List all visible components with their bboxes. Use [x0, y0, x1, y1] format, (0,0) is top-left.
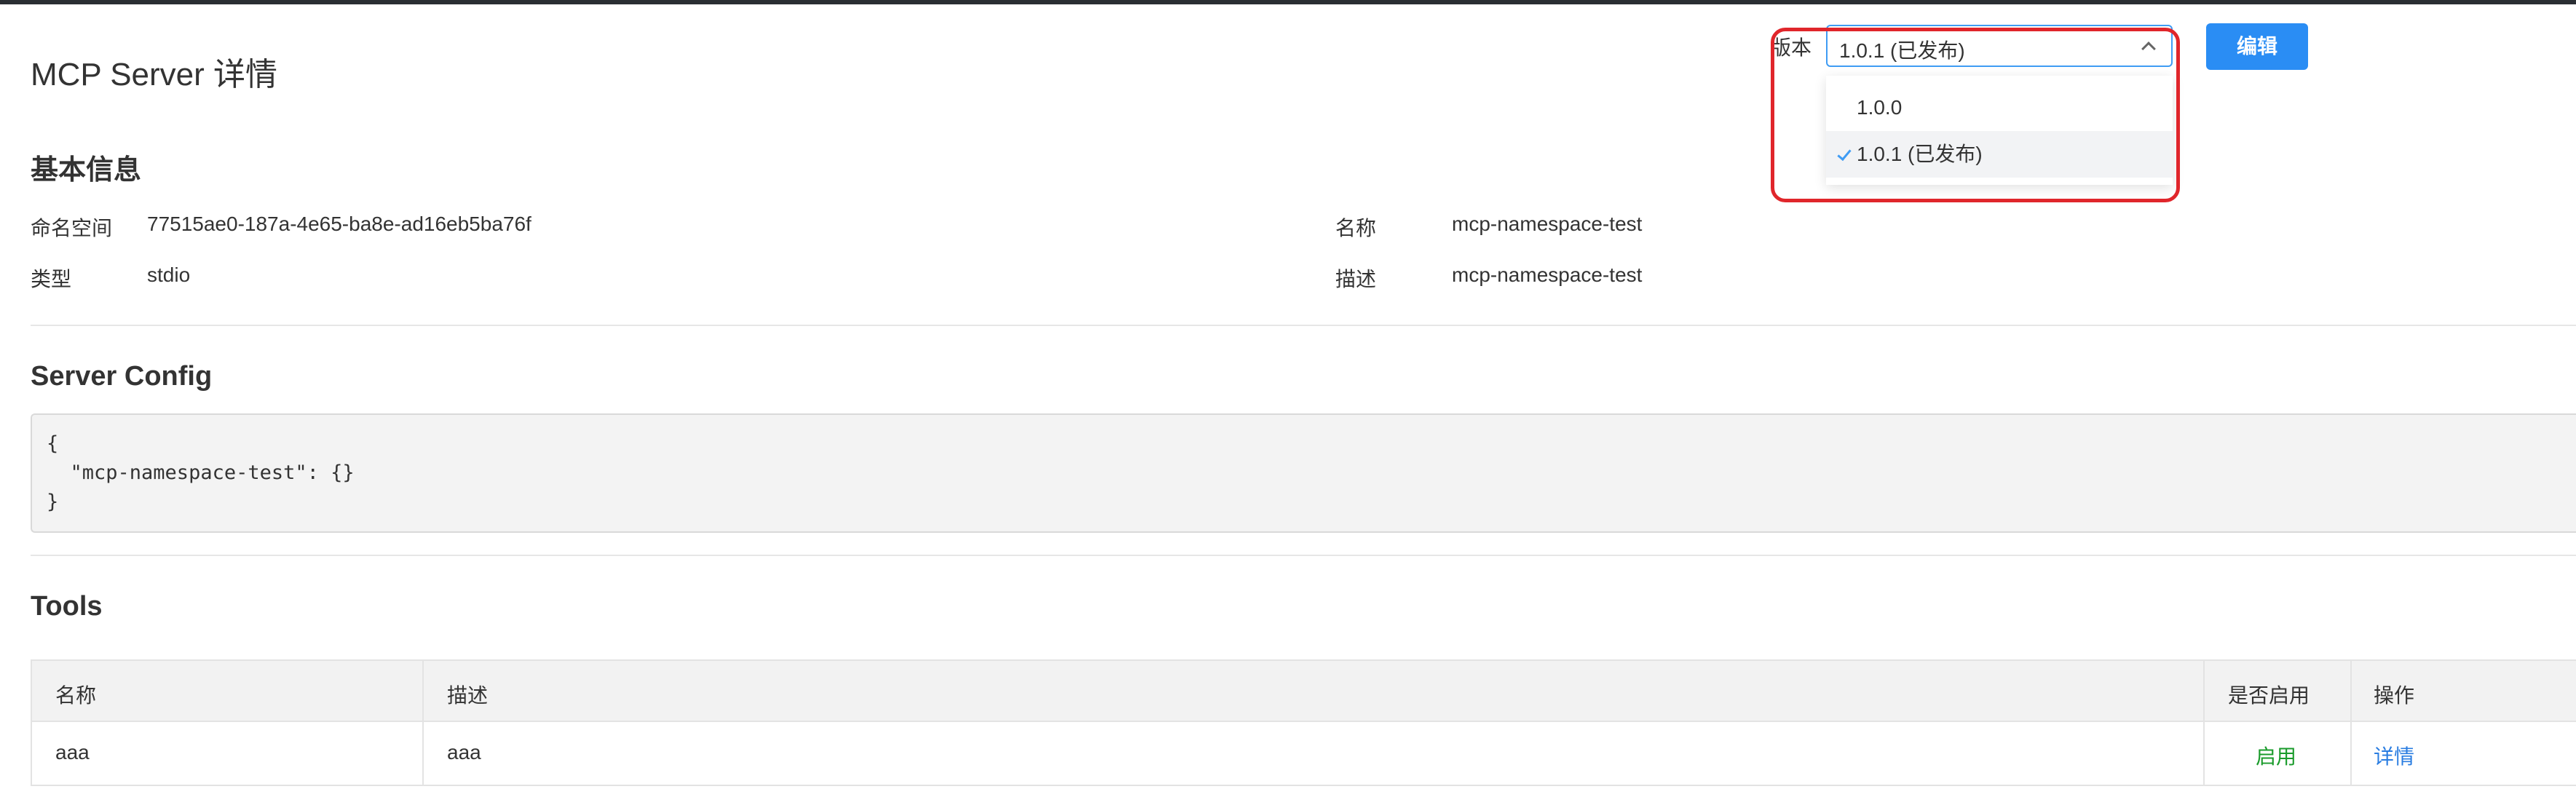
version-label: 版本 — [1771, 36, 1812, 59]
version-option-label: 1.0.1 (已发布) — [1857, 143, 1983, 165]
version-select-value: 1.0.1 (已发布) — [1839, 39, 1965, 62]
section-title-basic-info: 基本信息 — [31, 155, 142, 186]
top-bar — [0, 0, 2576, 4]
column-divider — [2350, 661, 2352, 785]
description-label: 描述 — [1335, 268, 1377, 290]
tool-detail-link[interactable]: 详情 — [2374, 741, 2414, 770]
namespace-value: 77515ae0-187a-4e65-ba8e-ad16eb5ba76f — [147, 213, 532, 235]
type-label: 类型 — [31, 268, 72, 290]
version-select[interactable]: 1.0.1 (已发布) — [1826, 25, 2173, 67]
type-value: stdio — [147, 263, 191, 286]
name-value: mcp-namespace-test — [1452, 213, 1643, 235]
page-title: MCP Server 详情 — [31, 57, 278, 92]
tools-table: 名称 描述 是否启用 操作 aaa aaa 启用 详情 — [31, 659, 2576, 786]
table-header — [32, 661, 2576, 722]
chevron-up-icon — [2141, 41, 2156, 56]
server-config-code: { "mcp-namespace-test": {} } — [47, 432, 355, 513]
namespace-label: 命名空间 — [31, 217, 113, 239]
section-title-server-config: Server Config — [31, 361, 213, 392]
description-value: mcp-namespace-test — [1452, 263, 1643, 286]
tool-description-cell: aaa — [447, 741, 481, 764]
server-config-code-block: { "mcp-namespace-test": {} } — [31, 413, 2576, 533]
column-header-name: 名称 — [55, 684, 97, 707]
section-divider — [31, 555, 2576, 556]
version-option-label: 1.0.0 — [1857, 96, 1903, 119]
column-header-description: 描述 — [447, 684, 489, 707]
column-header-actions: 操作 — [2374, 684, 2415, 707]
section-title-tools: Tools — [31, 591, 103, 622]
column-header-enabled: 是否启用 — [2228, 684, 2310, 707]
column-divider — [2203, 661, 2205, 785]
column-divider — [422, 661, 424, 785]
version-option-selected[interactable]: 1.0.1 (已发布) — [1826, 131, 2173, 178]
version-dropdown-menu: 1.0.0 1.0.1 (已发布) — [1826, 76, 2173, 185]
tool-name-cell: aaa — [55, 741, 90, 764]
tool-enabled-status: 启用 — [2256, 745, 2297, 768]
section-divider — [31, 325, 2576, 326]
edit-button[interactable]: 编辑 — [2206, 23, 2308, 70]
name-label: 名称 — [1335, 217, 1377, 239]
version-option[interactable]: 1.0.0 — [1826, 84, 2173, 131]
check-icon — [1837, 146, 1852, 162]
